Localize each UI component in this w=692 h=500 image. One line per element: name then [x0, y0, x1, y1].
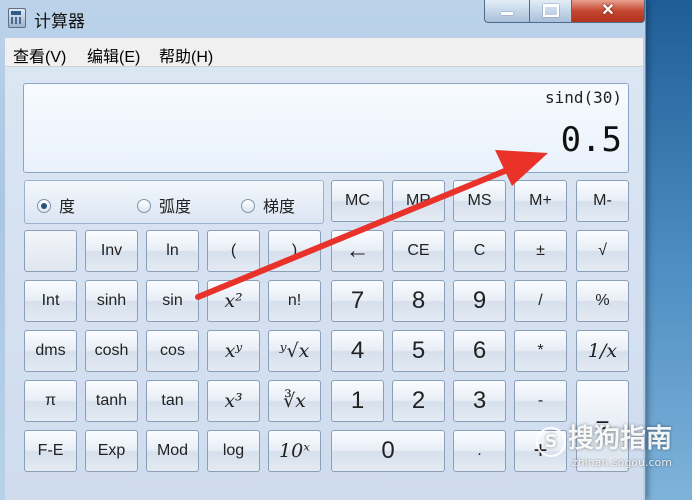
radio-degrees[interactable]: 度 — [37, 193, 75, 217]
key-y-root-x[interactable]: ʸ√x — [268, 330, 321, 372]
radio-selected-icon — [37, 199, 51, 213]
menu-help[interactable]: 帮助(H) — [159, 43, 213, 67]
angle-mode-group: 度 弧度 梯度 — [24, 180, 324, 224]
key-exp[interactable]: Exp — [85, 430, 138, 472]
key-5[interactable]: 5 — [392, 330, 445, 372]
key-cos[interactable]: cos — [146, 330, 199, 372]
key-log[interactable]: log — [207, 430, 260, 472]
key-factorial[interactable]: n! — [268, 280, 321, 322]
maximize-button[interactable] — [529, 0, 572, 23]
menu-edit[interactable]: 编辑(E) — [87, 43, 140, 67]
key-sqrt[interactable]: √ — [576, 230, 629, 272]
key-close-paren[interactable]: ) — [268, 230, 321, 272]
key-dms[interactable]: dms — [24, 330, 77, 372]
key-ms[interactable]: MS — [453, 180, 506, 222]
key-x-squared[interactable]: x² — [207, 280, 260, 322]
display-panel: sind(30) 0.5 — [23, 83, 629, 173]
key-2[interactable]: 2 — [392, 380, 445, 422]
minimize-icon — [501, 12, 513, 15]
expression-readout: sind(30) — [544, 88, 622, 107]
key-reciprocal[interactable]: 1/x — [576, 330, 629, 372]
radio-radians-label: 弧度 — [159, 199, 192, 216]
key-ln[interactable]: ln — [146, 230, 199, 272]
key-tanh[interactable]: tanh — [85, 380, 138, 422]
key-cube-root[interactable]: ∛x — [268, 380, 321, 422]
radio-gradians[interactable]: 梯度 — [241, 193, 295, 217]
key-inv[interactable]: Inv — [85, 230, 138, 272]
radio-degrees-label: 度 — [59, 199, 76, 216]
key-ce[interactable]: CE — [392, 230, 445, 272]
title-bar[interactable]: 计算器 ✕ — [0, 0, 645, 34]
key-blank[interactable] — [24, 230, 77, 272]
key-sinh[interactable]: sinh — [85, 280, 138, 322]
close-icon: ✕ — [601, 2, 615, 19]
key-c[interactable]: C — [453, 230, 506, 272]
menu-bar: 查看(V) 编辑(E) 帮助(H) — [5, 38, 643, 67]
maximize-icon — [542, 4, 559, 17]
key-subtract[interactable]: - — [514, 380, 567, 422]
key-multiply[interactable]: * — [514, 330, 567, 372]
key-x-power-y[interactable]: xʸ — [207, 330, 260, 372]
result-readout: 0.5 — [560, 120, 622, 160]
key-1[interactable]: 1 — [331, 380, 384, 422]
key-mod[interactable]: Mod — [146, 430, 199, 472]
close-button[interactable]: ✕ — [571, 0, 645, 23]
key-plus-minus[interactable]: ± — [514, 230, 567, 272]
key-8[interactable]: 8 — [392, 280, 445, 322]
minimize-button[interactable] — [484, 0, 530, 23]
key-4[interactable]: 4 — [331, 330, 384, 372]
key-mc[interactable]: MC — [331, 180, 384, 222]
key-open-paren[interactable]: ( — [207, 230, 260, 272]
radio-unselected-icon — [241, 199, 255, 213]
radio-gradians-label: 梯度 — [263, 199, 296, 216]
key-6[interactable]: 6 — [453, 330, 506, 372]
key-pi[interactable]: π — [24, 380, 77, 422]
calculator-app-icon — [8, 8, 26, 28]
key-decimal[interactable]: . — [453, 430, 506, 472]
radio-unselected-icon — [137, 199, 151, 213]
radio-radians[interactable]: 弧度 — [137, 193, 191, 217]
key-tan[interactable]: tan — [146, 380, 199, 422]
key-m-plus[interactable]: M+ — [514, 180, 567, 222]
key-divide[interactable]: / — [514, 280, 567, 322]
key-f-e[interactable]: F-E — [24, 430, 77, 472]
key-mr[interactable]: MR — [392, 180, 445, 222]
key-x-cubed[interactable]: x³ — [207, 380, 260, 422]
key-m-minus[interactable]: M- — [576, 180, 629, 222]
key-3[interactable]: 3 — [453, 380, 506, 422]
key-sin[interactable]: sin — [146, 280, 199, 322]
key-backspace[interactable]: ← — [331, 230, 384, 272]
menu-view[interactable]: 查看(V) — [13, 43, 66, 67]
key-int[interactable]: Int — [24, 280, 77, 322]
key-0[interactable]: 0 — [331, 430, 445, 472]
watermark: S 搜狗指南 zhinan.sogou.com — [535, 418, 672, 469]
key-7[interactable]: 7 — [331, 280, 384, 322]
key-9[interactable]: 9 — [453, 280, 506, 322]
window-title: 计算器 — [34, 12, 85, 31]
key-percent[interactable]: % — [576, 280, 629, 322]
key-cosh[interactable]: cosh — [85, 330, 138, 372]
key-ten-power-x[interactable]: 10ˣ — [268, 430, 321, 472]
watermark-url: zhinan.sogou.com — [571, 456, 672, 469]
sogou-logo: S 搜狗指南 — [535, 424, 672, 457]
